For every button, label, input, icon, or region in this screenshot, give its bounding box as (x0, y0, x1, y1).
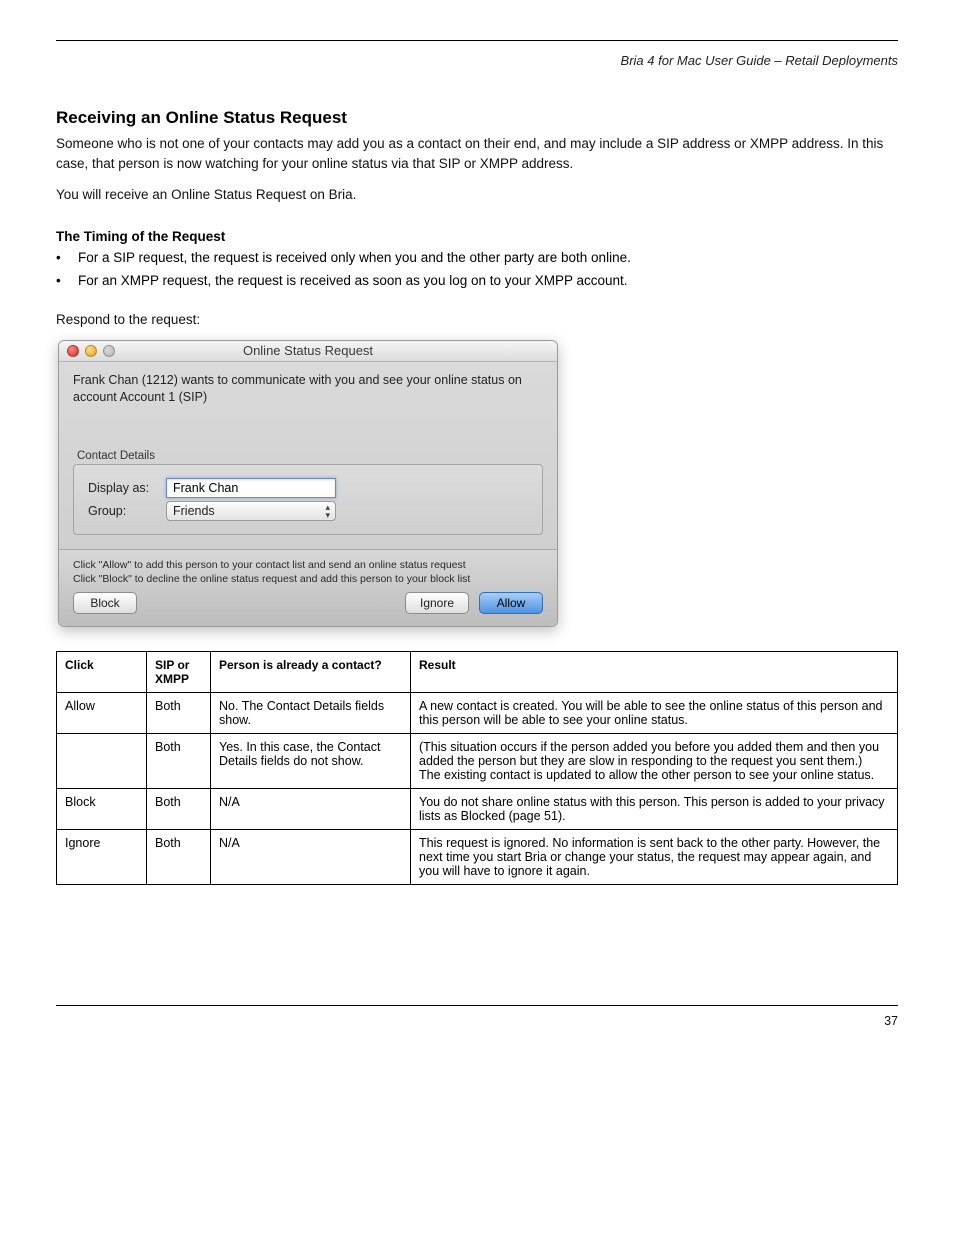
th-result: Result (411, 651, 898, 692)
block-button[interactable]: Block (73, 592, 137, 614)
cell-result: You do not share online status with this… (411, 788, 898, 829)
table-row: Allow Both No. The Contact Details field… (57, 692, 898, 733)
cell-contact: N/A (211, 788, 411, 829)
contact-details-box: Display as: Group: Friends ▴▾ (73, 464, 543, 535)
chevron-updown-icon: ▴▾ (325, 503, 330, 519)
cell-result: (This situation occurs if the person add… (411, 733, 898, 788)
timing-item-0: For a SIP request, the request is receiv… (78, 248, 631, 269)
display-as-input[interactable] (166, 478, 336, 498)
header-right: Bria 4 for Mac User Guide – Retail Deplo… (56, 53, 898, 68)
section-p1: Someone who is not one of your contacts … (56, 134, 898, 175)
dialog-title: Online Status Request (59, 343, 557, 358)
timing-item-1: For an XMPP request, the request is rece… (78, 271, 628, 292)
cell-contact: No. The Contact Details fields show. (211, 692, 411, 733)
table-row: Ignore Both N/A This request is ignored.… (57, 829, 898, 884)
display-as-label: Display as: (88, 481, 166, 495)
help-block: Click "Block" to decline the online stat… (73, 572, 543, 586)
th-click: Click (57, 651, 147, 692)
cell-click: Ignore (57, 829, 147, 884)
th-proto: SIP or XMPP (147, 651, 211, 692)
help-allow: Click "Allow" to add this person to your… (73, 558, 543, 572)
cell-click (57, 733, 147, 788)
group-select[interactable]: Friends ▴▾ (166, 501, 336, 521)
cell-click: Allow (57, 692, 147, 733)
behavior-table: Click SIP or XMPP Person is already a co… (56, 651, 898, 885)
contact-details-heading: Contact Details (77, 450, 543, 462)
th-contact: Person is already a contact? (211, 651, 411, 692)
cell-click: Block (57, 788, 147, 829)
timing-title: The Timing of the Request (56, 229, 898, 244)
section-p2: You will receive an Online Status Reques… (56, 185, 898, 205)
cell-result: A new contact is created. You will be ab… (411, 692, 898, 733)
minimize-icon[interactable] (85, 345, 97, 357)
table-row: Both Yes. In this case, the Contact Deta… (57, 733, 898, 788)
dialog-message: Frank Chan (1212) wants to communicate w… (73, 372, 543, 406)
cell-proto: Both (147, 829, 211, 884)
page-number: 37 (56, 1005, 898, 1028)
cell-proto: Both (147, 692, 211, 733)
allow-button[interactable]: Allow (479, 592, 543, 614)
cell-contact: Yes. In this case, the Contact Details f… (211, 733, 411, 788)
table-row: Block Both N/A You do not share online s… (57, 788, 898, 829)
section-title: Receiving an Online Status Request (56, 108, 898, 128)
group-select-value: Friends (173, 504, 215, 518)
dialog-intro: Respond to the request: (56, 310, 898, 330)
cell-contact: N/A (211, 829, 411, 884)
cell-result: This request is ignored. No information … (411, 829, 898, 884)
ignore-button[interactable]: Ignore (405, 592, 469, 614)
cell-proto: Both (147, 788, 211, 829)
cell-proto: Both (147, 733, 211, 788)
online-status-request-dialog: Online Status Request Frank Chan (1212) … (58, 340, 558, 627)
close-icon[interactable] (67, 345, 79, 357)
zoom-icon (103, 345, 115, 357)
timing-list: •For a SIP request, the request is recei… (56, 248, 898, 292)
group-label: Group: (88, 504, 166, 518)
